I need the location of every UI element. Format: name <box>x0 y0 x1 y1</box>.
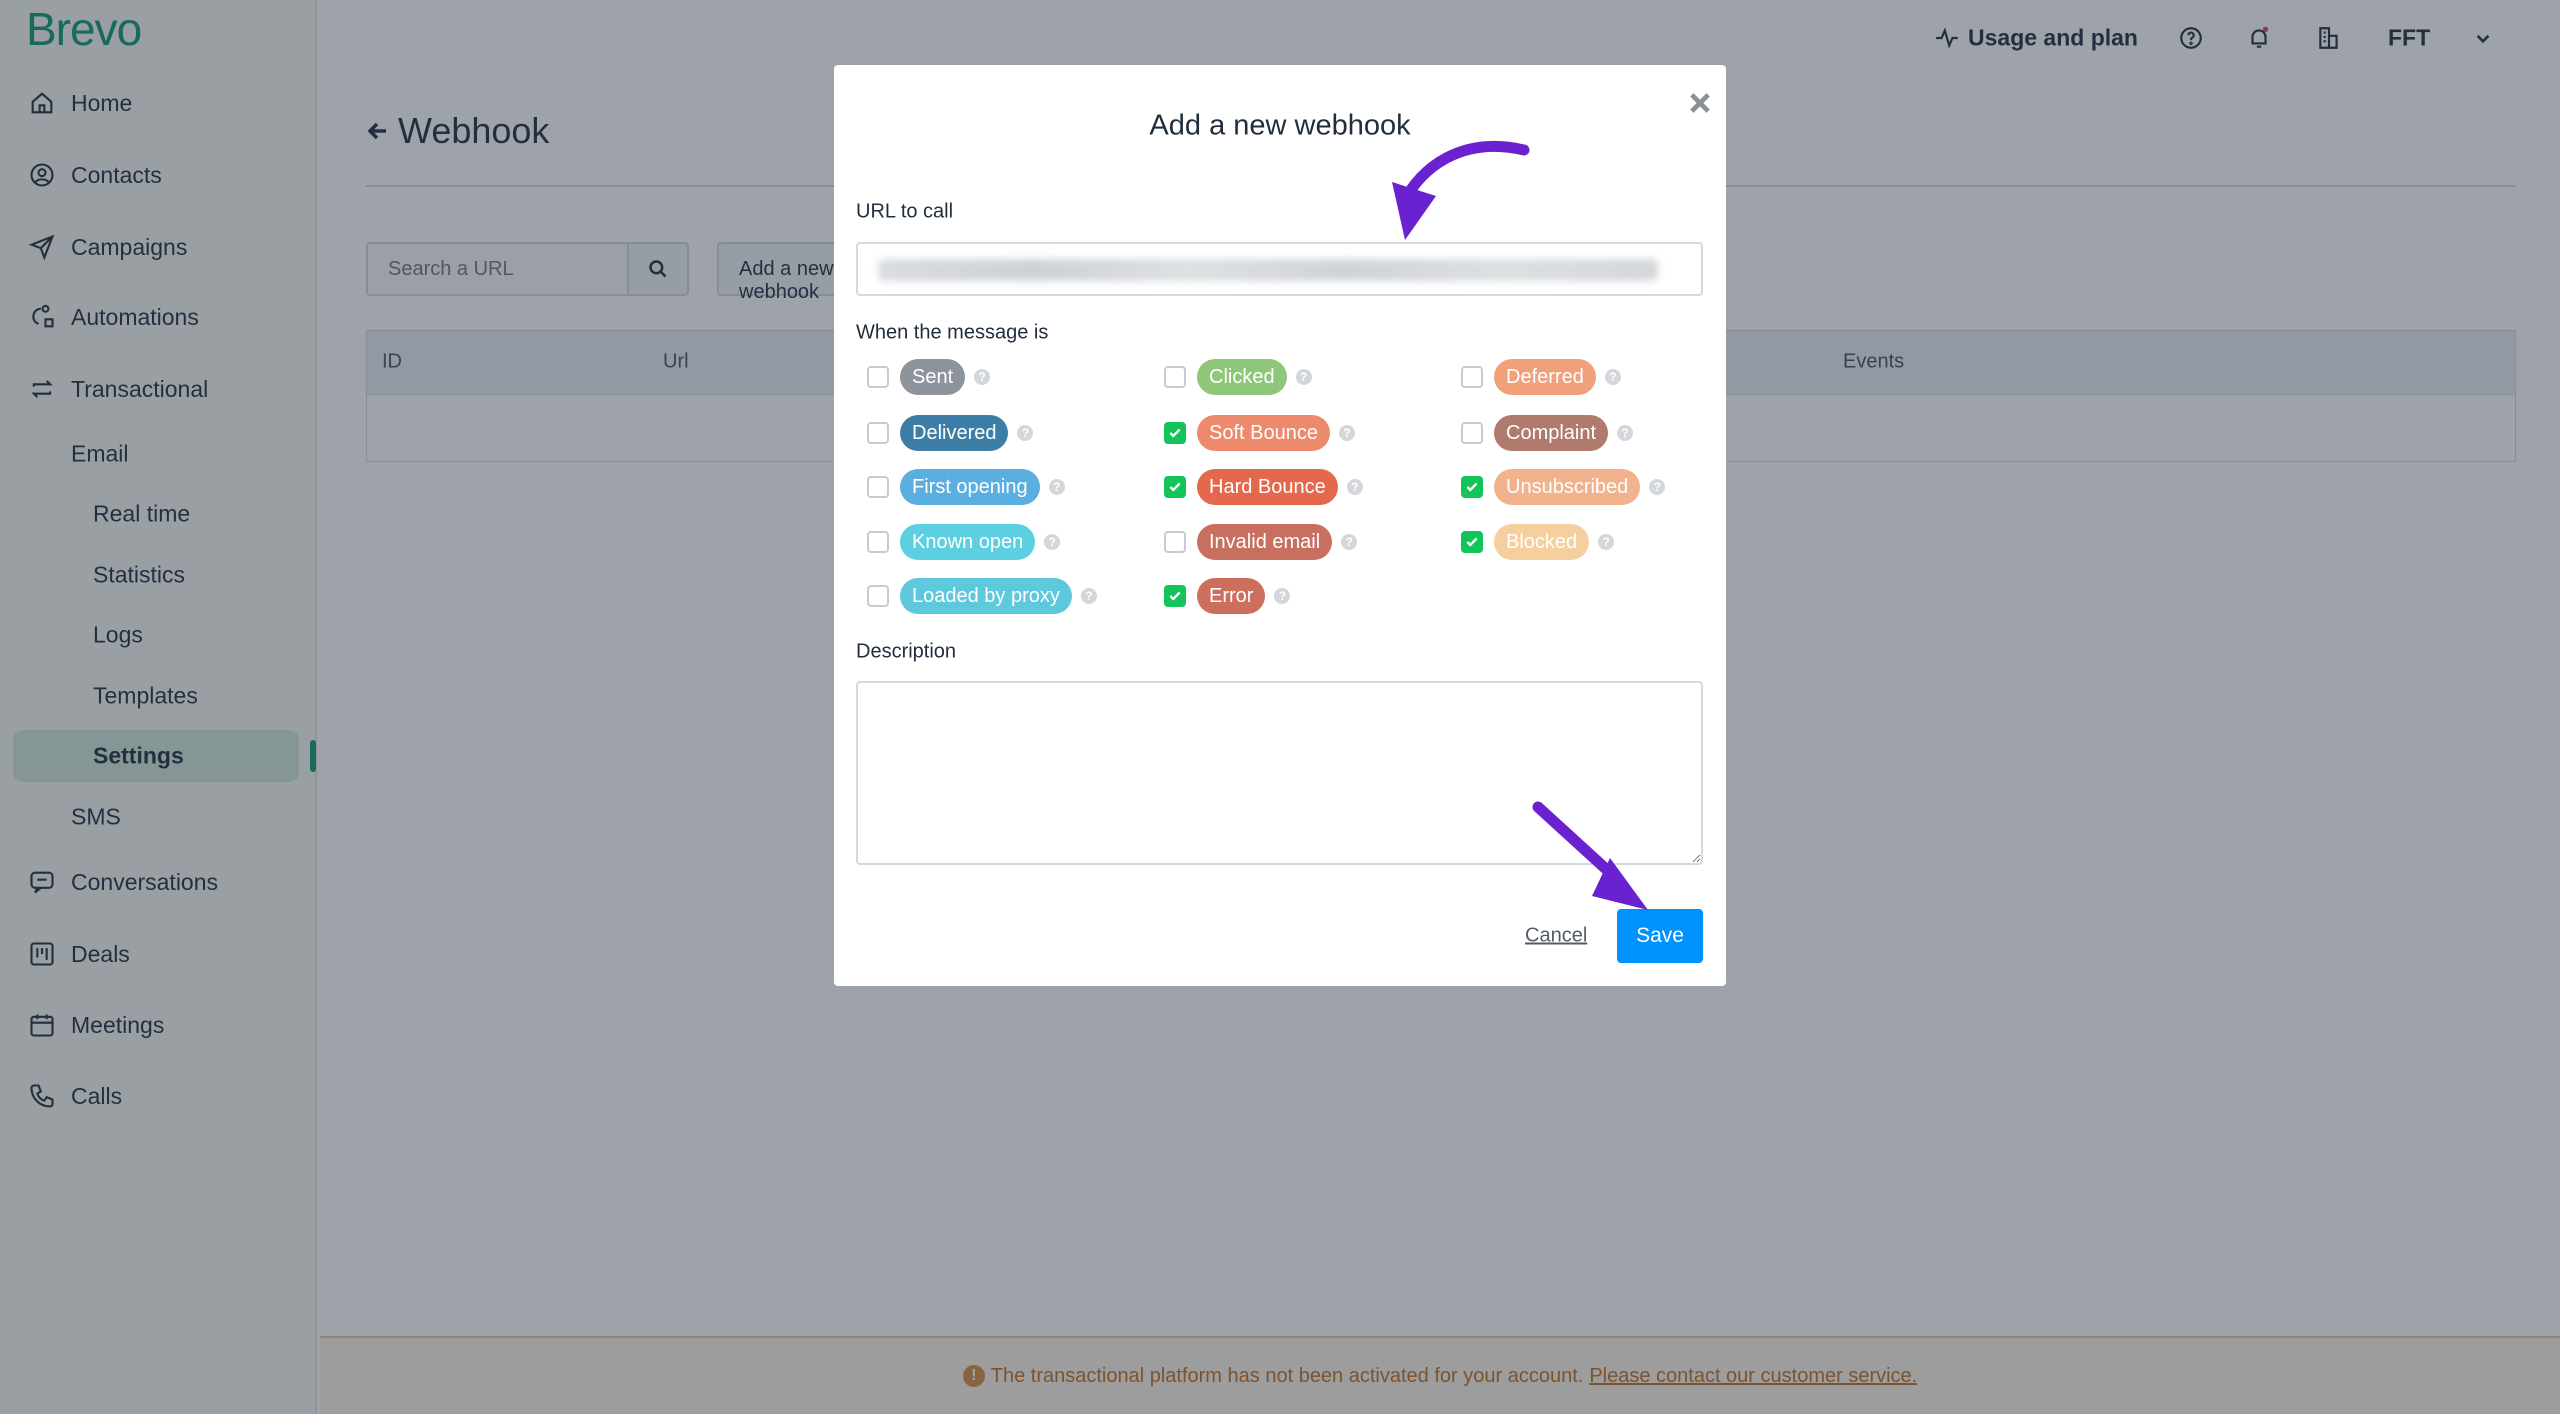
event-badge: First opening <box>900 469 1040 505</box>
help-icon[interactable]: ? <box>974 369 991 385</box>
event-checkbox[interactable] <box>1164 422 1186 444</box>
help-icon[interactable]: ? <box>1017 425 1034 441</box>
url-label: URL to call <box>856 200 954 223</box>
cancel-button[interactable]: Cancel <box>1525 925 1587 948</box>
event-checkbox[interactable] <box>867 366 889 388</box>
help-icon[interactable]: ? <box>1604 369 1621 385</box>
help-icon[interactable]: ? <box>1048 479 1065 495</box>
event-option[interactable]: Delivered? <box>867 415 1034 451</box>
event-option[interactable]: First opening? <box>867 469 1065 505</box>
event-badge: Deferred <box>1494 359 1596 395</box>
event-option[interactable]: Clicked? <box>1164 359 1312 395</box>
url-input[interactable] <box>856 242 1703 296</box>
event-badge: Loaded by proxy <box>900 578 1072 614</box>
help-icon[interactable]: ? <box>1617 425 1634 441</box>
help-icon[interactable]: ? <box>1338 425 1355 441</box>
help-icon[interactable]: ? <box>1598 534 1615 550</box>
event-option[interactable]: Unsubscribed? <box>1461 469 1666 505</box>
check-icon <box>1169 482 1181 492</box>
event-option[interactable]: Error? <box>1164 578 1291 614</box>
event-option[interactable]: Blocked? <box>1461 524 1615 560</box>
event-badge: Soft Bounce <box>1197 415 1330 451</box>
event-option[interactable]: Deferred? <box>1461 359 1621 395</box>
help-icon[interactable]: ? <box>1080 588 1097 604</box>
event-badge: Clicked <box>1197 359 1287 395</box>
help-icon[interactable]: ? <box>1295 369 1312 385</box>
help-icon[interactable]: ? <box>1044 534 1061 550</box>
redacted-url <box>878 259 1658 281</box>
help-icon[interactable]: ? <box>1274 588 1291 604</box>
event-checkbox[interactable] <box>1164 366 1186 388</box>
event-checkbox[interactable] <box>1164 531 1186 553</box>
event-badge: Invalid email <box>1197 524 1333 560</box>
event-option[interactable]: Loaded by proxy? <box>867 578 1097 614</box>
event-badge: Sent <box>900 359 966 395</box>
events-label: When the message is <box>856 321 1049 344</box>
event-badge: Blocked <box>1494 524 1590 560</box>
add-webhook-modal: Add a new webhook URL to call When the m… <box>834 65 1726 986</box>
check-icon <box>1466 482 1478 492</box>
close-icon[interactable] <box>1686 89 1714 117</box>
event-option[interactable]: Soft Bounce? <box>1164 415 1355 451</box>
save-button[interactable]: Save <box>1617 909 1703 963</box>
event-checkbox[interactable] <box>1461 476 1483 498</box>
event-badge: Unsubscribed <box>1494 469 1641 505</box>
event-checkbox[interactable] <box>1164 476 1186 498</box>
event-checkbox[interactable] <box>1461 531 1483 553</box>
event-checkbox[interactable] <box>867 422 889 444</box>
event-badge: Complaint <box>1494 415 1609 451</box>
event-checkbox[interactable] <box>1164 585 1186 607</box>
event-checkbox[interactable] <box>1461 366 1483 388</box>
event-option[interactable]: Complaint? <box>1461 415 1634 451</box>
description-textarea[interactable] <box>856 681 1703 865</box>
event-checkbox[interactable] <box>867 531 889 553</box>
event-option[interactable]: Invalid email? <box>1164 524 1358 560</box>
help-icon[interactable]: ? <box>1341 534 1358 550</box>
help-icon[interactable]: ? <box>1346 479 1363 495</box>
event-badge: Delivered <box>900 415 1009 451</box>
check-icon <box>1169 428 1181 438</box>
event-checkbox[interactable] <box>867 476 889 498</box>
event-checkbox[interactable] <box>867 585 889 607</box>
event-option[interactable]: Known open? <box>867 524 1061 560</box>
description-label: Description <box>856 640 957 663</box>
event-option[interactable]: Sent? <box>867 359 991 395</box>
event-badge: Known open <box>900 524 1036 560</box>
event-badge: Hard Bounce <box>1197 469 1338 505</box>
check-icon <box>1466 537 1478 547</box>
modal-title: Add a new webhook <box>1149 109 1411 142</box>
event-option[interactable]: Hard Bounce? <box>1164 469 1363 505</box>
event-badge: Error <box>1197 578 1266 614</box>
help-icon[interactable]: ? <box>1649 479 1666 495</box>
check-icon <box>1169 591 1181 601</box>
event-checkbox[interactable] <box>1461 422 1483 444</box>
